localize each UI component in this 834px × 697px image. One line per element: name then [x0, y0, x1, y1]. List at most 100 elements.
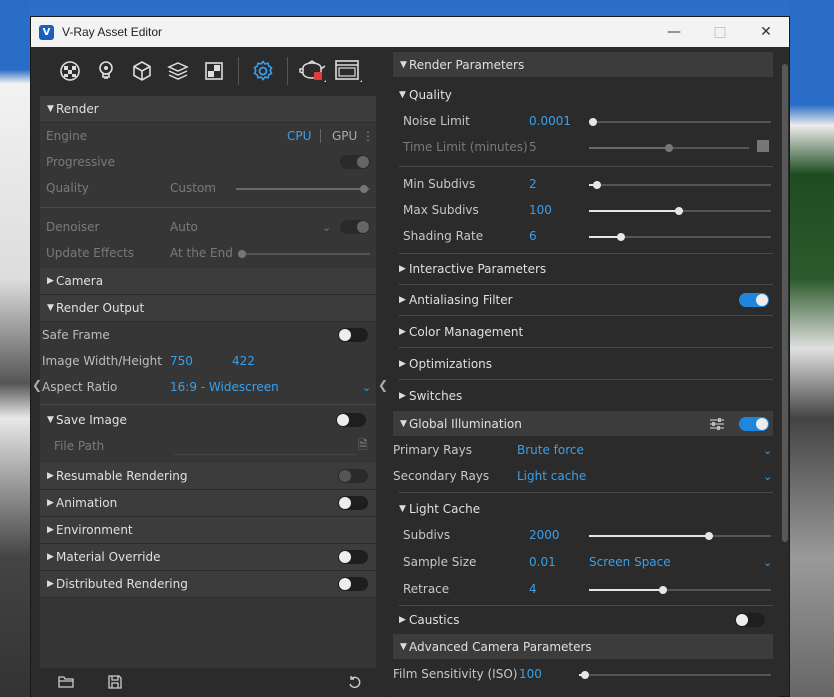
save-image-toggle[interactable] — [336, 413, 366, 427]
chevron-down-icon[interactable]: ⌄ — [322, 221, 331, 234]
progressive-toggle[interactable] — [340, 155, 370, 169]
update-effects-slider[interactable] — [238, 250, 370, 258]
time-limit-label: Time Limit (minutes) — [403, 140, 528, 154]
color-management-section-header[interactable]: ▶ Color Management — [393, 316, 773, 347]
max-subdivs-input[interactable]: 100 — [529, 203, 552, 217]
material-override-section-header[interactable]: ▶ Material Override — [40, 544, 376, 571]
collapse-arrow-icon: ▼ — [399, 504, 406, 514]
gi-section-header[interactable]: ▼ Global Illumination — [393, 411, 773, 437]
section-title: Color Management — [409, 324, 524, 339]
window-title: V-Ray Asset Editor — [62, 25, 163, 39]
time-limit-input[interactable]: 5 — [529, 140, 537, 154]
close-button[interactable]: ✕ — [743, 17, 789, 47]
render-section-header[interactable]: ▼ Render — [40, 96, 376, 123]
textures-icon[interactable] — [196, 53, 232, 89]
animation-section-header[interactable]: ▶ Animation — [40, 490, 376, 517]
section-title: Interactive Parameters — [409, 262, 547, 276]
image-width-input[interactable]: 750 — [170, 354, 193, 368]
materials-icon[interactable] — [52, 53, 88, 89]
section-title: Quality — [409, 88, 452, 102]
reset-icon[interactable] — [348, 675, 362, 692]
distributed-section-header[interactable]: ▶ Distributed Rendering — [40, 571, 376, 598]
film-sensitivity-slider[interactable] — [579, 671, 771, 679]
collapse-arrow-icon[interactable]: ▼ — [40, 415, 56, 425]
sliders-icon[interactable] — [709, 417, 725, 435]
right-pane: ▼ Render Parameters ▼ Quality Noise Limi… — [387, 48, 779, 697]
distributed-toggle[interactable] — [338, 577, 368, 591]
material-override-toggle[interactable] — [338, 550, 368, 564]
aspect-ratio-dropdown[interactable]: 16:9 - Widescreen — [170, 380, 279, 394]
antialiasing-toggle[interactable] — [739, 293, 769, 307]
advanced-camera-section-header[interactable]: ▼ Advanced Camera Parameters — [393, 634, 773, 660]
minimize-button[interactable]: — — [651, 17, 697, 47]
min-subdivs-slider[interactable] — [589, 181, 771, 189]
render-parameters-header[interactable]: ▼ Render Parameters — [393, 52, 773, 78]
frame-buffer-icon[interactable] — [330, 53, 366, 89]
maximize-button[interactable]: □ — [697, 17, 743, 47]
switches-section-header[interactable]: ▶ Switches — [393, 380, 773, 411]
more-options-icon[interactable]: ⋮ — [362, 129, 374, 143]
save-icon[interactable] — [108, 675, 122, 692]
aspect-ratio-label: Aspect Ratio — [42, 380, 118, 394]
time-limit-slider[interactable] — [589, 144, 749, 152]
chevron-down-icon[interactable]: ⌄ — [763, 444, 772, 457]
resumable-toggle[interactable] — [338, 469, 368, 483]
optimizations-section-header[interactable]: ▶ Optimizations — [393, 348, 773, 379]
quality-section-header[interactable]: ▼ Quality — [393, 82, 773, 108]
sample-space-dropdown[interactable]: Screen Space — [589, 555, 671, 569]
caustics-section-header[interactable]: ▶ Caustics — [393, 606, 773, 634]
open-folder-icon[interactable] — [58, 675, 74, 693]
render-settings-panel: ▼ Render Engine CPU GPU ⋮ Progressive Qu… — [40, 96, 376, 668]
caustics-toggle[interactable] — [735, 613, 765, 627]
antialiasing-section-header[interactable]: ▶ Antialiasing Filter — [393, 285, 773, 315]
toolbar-separator — [287, 57, 288, 85]
shading-rate-slider[interactable] — [589, 233, 771, 241]
resumable-section-header[interactable]: ▶ Resumable Rendering — [40, 463, 376, 490]
collapse-left-arrow-icon[interactable]: ❮ — [32, 378, 42, 392]
retrace-slider[interactable] — [589, 586, 771, 594]
divider — [40, 207, 376, 208]
light-cache-section-header[interactable]: ▼ Light Cache — [393, 496, 773, 522]
denoiser-toggle[interactable] — [340, 220, 370, 234]
file-path-input[interactable] — [174, 454, 356, 455]
chevron-down-icon[interactable]: ⌄ — [763, 470, 772, 483]
lc-subdivs-input[interactable]: 2000 — [529, 528, 560, 542]
image-height-input[interactable]: 422 — [232, 354, 255, 368]
primary-rays-dropdown[interactable]: Brute force — [517, 443, 584, 457]
render-elements-icon[interactable] — [160, 53, 196, 89]
denoiser-value[interactable]: Auto — [170, 220, 198, 234]
max-subdivs-slider[interactable] — [589, 207, 771, 215]
section-title: Environment — [56, 523, 133, 537]
time-limit-checkbox[interactable] — [757, 140, 769, 152]
film-sensitivity-input[interactable]: 100 — [519, 667, 542, 681]
render-teapot-icon[interactable] — [294, 53, 330, 89]
engine-gpu-button[interactable]: GPU — [332, 129, 357, 143]
noise-limit-slider[interactable] — [589, 118, 771, 126]
retrace-input[interactable]: 4 — [529, 582, 537, 596]
environment-section-header[interactable]: ▶ Environment — [40, 517, 376, 544]
min-subdivs-input[interactable]: 2 — [529, 177, 537, 191]
safe-frame-toggle[interactable] — [338, 328, 368, 342]
secondary-rays-dropdown[interactable]: Light cache — [517, 469, 586, 483]
lc-subdivs-slider[interactable] — [589, 532, 771, 540]
vertical-scrollbar[interactable] — [782, 64, 788, 542]
gi-toggle[interactable] — [739, 417, 769, 431]
vray-logo-icon: V — [39, 24, 54, 40]
shading-rate-input[interactable]: 6 — [529, 229, 537, 243]
sample-size-input[interactable]: 0.01 — [529, 555, 556, 569]
noise-limit-input[interactable]: 0.0001 — [529, 114, 571, 128]
quality-slider[interactable] — [236, 185, 370, 193]
file-browse-icon[interactable]: 🗎 — [358, 436, 368, 457]
section-title: Global Illumination — [409, 416, 522, 431]
render-output-section-header[interactable]: ▼ Render Output — [40, 295, 376, 322]
chevron-down-icon[interactable]: ⌄ — [362, 381, 371, 394]
geometry-icon[interactable] — [124, 53, 160, 89]
lights-icon[interactable] — [88, 53, 124, 89]
engine-cpu-button[interactable]: CPU — [287, 129, 311, 143]
chevron-down-icon[interactable]: ⌄ — [763, 556, 772, 569]
camera-section-header[interactable]: ▶ Camera — [40, 268, 376, 295]
interactive-section-header[interactable]: ▶ Interactive Parameters — [393, 254, 773, 284]
animation-toggle[interactable] — [338, 496, 368, 510]
settings-icon[interactable] — [245, 53, 281, 89]
expand-arrow-icon: ▶ — [399, 358, 406, 369]
